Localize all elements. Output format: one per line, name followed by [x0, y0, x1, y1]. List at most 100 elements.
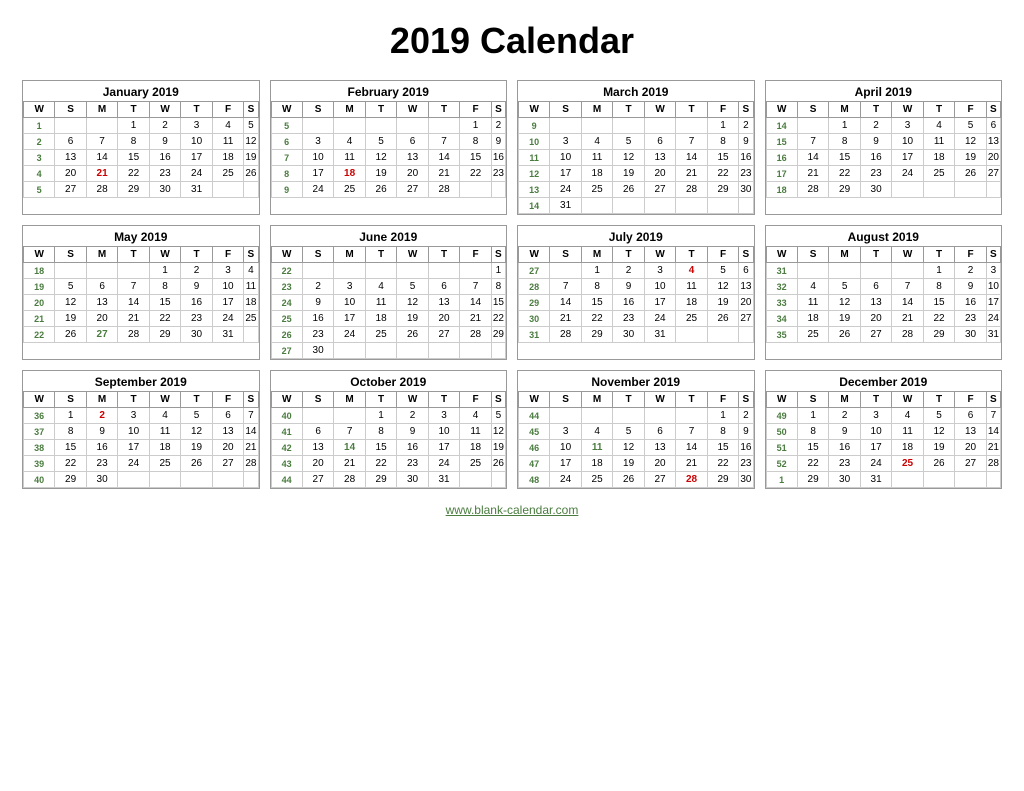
day-header: M	[581, 102, 612, 118]
calendar-day: 3	[892, 118, 923, 134]
calendar-day: 23	[181, 311, 212, 327]
calendar-day: 11	[365, 295, 396, 311]
calendar-day: 4	[149, 408, 180, 424]
calendar-day: 2	[613, 263, 644, 279]
calendar-day: 21	[797, 166, 828, 182]
week-number: 51	[766, 440, 797, 456]
calendar-day: 20	[397, 166, 429, 182]
calendar-day: 8	[707, 424, 738, 440]
calendar-day: 4	[923, 118, 954, 134]
month-block: August 2019WSMTWTFS311233245678910331112…	[765, 225, 1003, 360]
calendar-day: 20	[739, 295, 753, 311]
calendar-day: 18	[676, 295, 707, 311]
day-header: S	[244, 247, 258, 263]
calendar-day	[397, 263, 428, 279]
week-number: 5	[24, 182, 55, 198]
calendar-day	[892, 263, 923, 279]
calendar-day: 15	[923, 295, 954, 311]
week-number: 1	[766, 472, 797, 488]
calendar-day: 24	[334, 327, 365, 343]
day-header: T	[860, 392, 891, 408]
calendar-day: 18	[244, 295, 258, 311]
calendar-day: 21	[244, 440, 258, 456]
calendar-day: 29	[55, 472, 86, 488]
calendar-day: 4	[581, 424, 612, 440]
calendar-day: 9	[491, 134, 505, 150]
calendar-day: 28	[986, 456, 1000, 472]
calendar-day: 26	[244, 166, 258, 182]
calendar-day: 29	[118, 182, 150, 198]
calendar-day: 5	[707, 263, 738, 279]
day-header: T	[365, 102, 397, 118]
calendar-day: 21	[118, 311, 149, 327]
calendar-day: 8	[581, 279, 612, 295]
week-number: 11	[519, 150, 550, 166]
day-header: F	[707, 102, 738, 118]
calendar-day: 22	[491, 311, 505, 327]
month-title: May 2019	[23, 226, 259, 246]
calendar-day: 11	[334, 150, 366, 166]
calendar-day: 28	[428, 182, 460, 198]
day-header: T	[676, 102, 707, 118]
calendar-day: 25	[149, 456, 180, 472]
calendar-day	[707, 327, 738, 343]
day-header: T	[428, 392, 459, 408]
calendar-day	[428, 118, 460, 134]
calendar-day	[212, 182, 244, 198]
calendar-day: 1	[923, 263, 954, 279]
calendar-day	[244, 327, 258, 343]
day-header: W	[397, 392, 428, 408]
calendar-day: 17	[860, 440, 891, 456]
calendar-day: 23	[955, 311, 986, 327]
week-number: 32	[766, 279, 797, 295]
week-number: 35	[766, 327, 797, 343]
footer-link[interactable]: www.blank-calendar.com	[446, 503, 579, 517]
calendar-day: 1	[491, 263, 505, 279]
calendar-day: 30	[86, 472, 117, 488]
day-header: W	[24, 102, 55, 118]
calendar-day: 1	[581, 263, 612, 279]
calendar-day: 30	[302, 343, 333, 359]
month-block: December 2019WSMTWTFS4912345675089101112…	[765, 370, 1003, 489]
week-number: 18	[766, 182, 797, 198]
week-number: 39	[24, 456, 55, 472]
calendar-day: 30	[149, 182, 181, 198]
calendar-day: 7	[676, 134, 707, 150]
calendar-day: 29	[365, 472, 396, 488]
calendar-day: 1	[365, 408, 396, 424]
calendar-grid: January 2019WSMTWTFS11234526789101112313…	[22, 80, 1002, 489]
calendar-day	[797, 118, 828, 134]
calendar-day: 6	[86, 279, 117, 295]
calendar-day: 10	[550, 150, 581, 166]
calendar-day: 16	[829, 440, 860, 456]
calendar-day: 6	[644, 424, 675, 440]
day-header: W	[24, 392, 55, 408]
calendar-day	[644, 118, 675, 134]
calendar-day: 28	[892, 327, 923, 343]
week-number: 22	[24, 327, 55, 343]
calendar-day	[955, 182, 986, 198]
calendar-day: 10	[860, 424, 891, 440]
calendar-day: 5	[613, 134, 644, 150]
calendar-day: 26	[955, 166, 986, 182]
calendar-day	[739, 198, 753, 214]
calendar-day: 20	[212, 440, 243, 456]
calendar-day: 19	[923, 440, 954, 456]
calendar-day: 15	[581, 295, 612, 311]
calendar-day: 3	[644, 263, 675, 279]
calendar-day	[644, 198, 675, 214]
month-block: May 2019WSMTWTFS181234195678910112012131…	[22, 225, 260, 360]
calendar-day: 1	[829, 118, 860, 134]
day-header: S	[244, 392, 258, 408]
calendar-day: 9	[955, 279, 986, 295]
calendar-day: 3	[302, 134, 334, 150]
calendar-day: 2	[149, 118, 181, 134]
day-header: S	[302, 102, 334, 118]
calendar-day: 17	[334, 311, 365, 327]
calendar-day: 26	[613, 182, 644, 198]
calendar-day: 27	[739, 311, 753, 327]
calendar-day	[676, 408, 707, 424]
calendar-day: 1	[707, 408, 738, 424]
calendar-day: 23	[860, 166, 891, 182]
week-number: 9	[271, 182, 302, 198]
